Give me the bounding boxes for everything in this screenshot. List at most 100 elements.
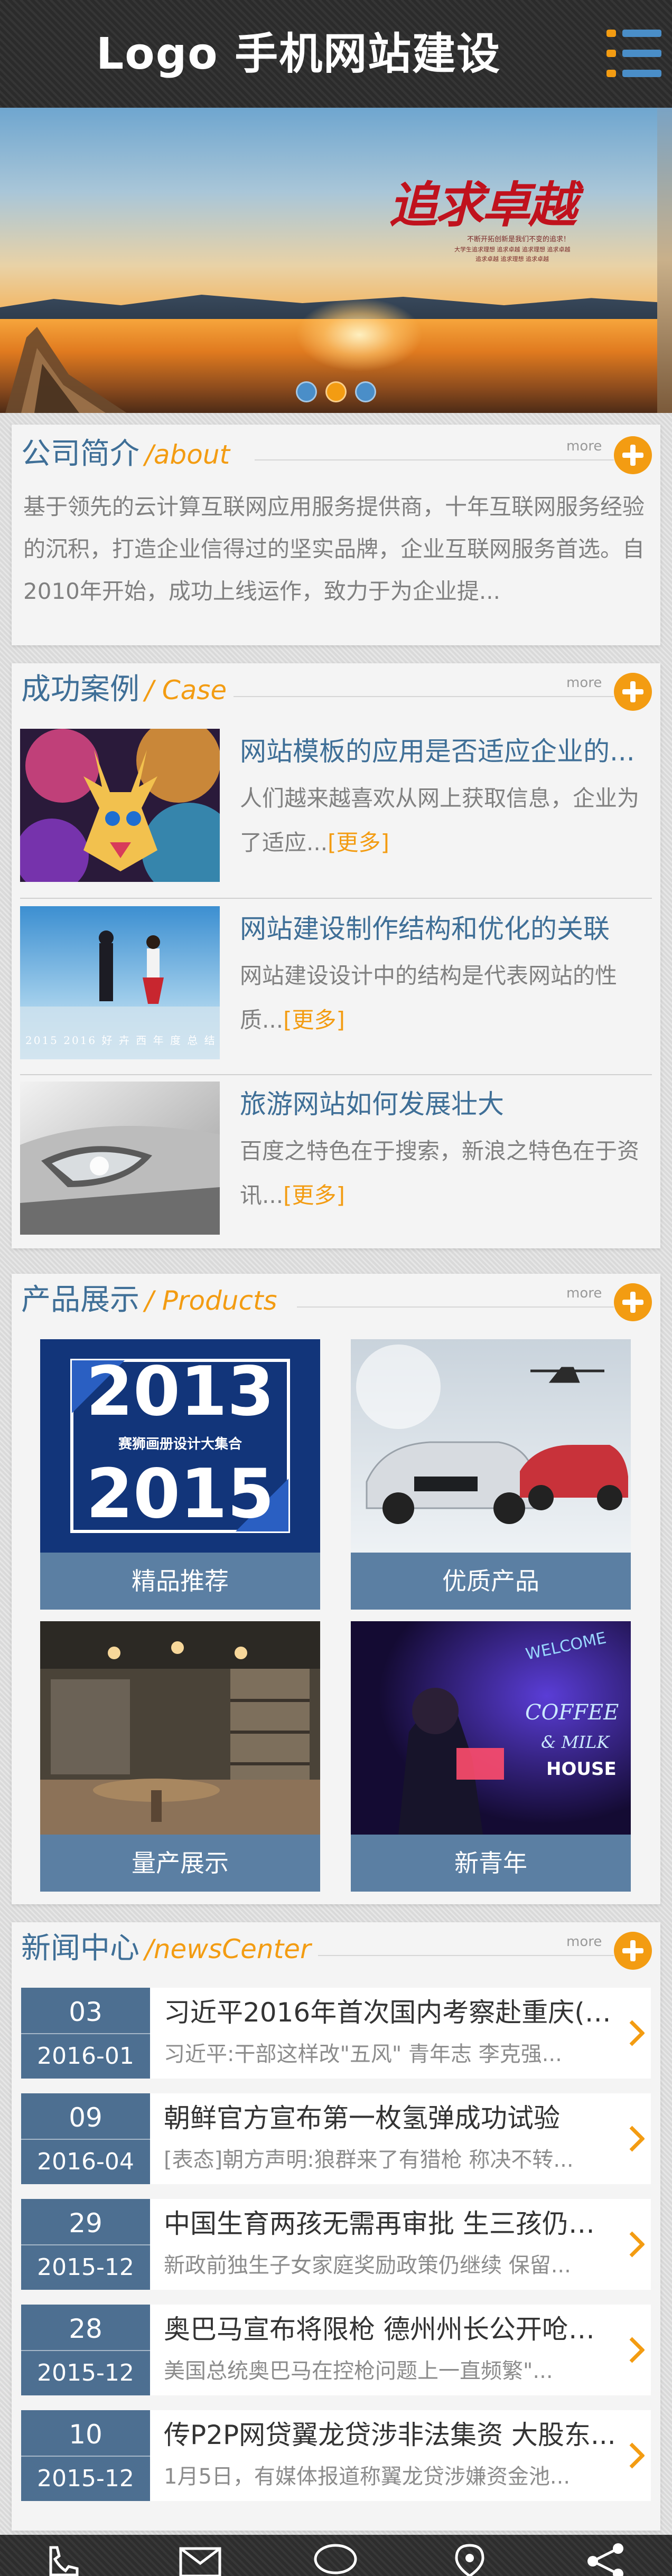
case-more-button[interactable]: [614, 673, 652, 711]
news-day: 29: [69, 2208, 102, 2239]
chevron-right-icon[interactable]: [629, 2336, 645, 2364]
product-card[interactable]: 优质产品: [351, 1339, 631, 1610]
cars-snow-image: [351, 1339, 631, 1553]
case-item-title[interactable]: 网站模板的应用是否适应企业的...: [240, 733, 652, 770]
product-label[interactable]: 新青年: [351, 1835, 631, 1892]
news-year-month: 2016-04: [37, 2148, 134, 2175]
news-item-title[interactable]: 奥巴马宣布将限枪 德州州长公开呛声...: [164, 2312, 618, 2347]
header: Logo 手机网站建设: [0, 0, 672, 108]
case-item-more-link[interactable]: [更多]: [283, 1007, 345, 1033]
poster-year-bottom: 2015: [86, 1455, 275, 1534]
banner-tagline-3: 追求卓越 追求理想 追求卓越: [475, 256, 549, 262]
news-item-title[interactable]: 传P2P网贷翼龙贷涉非法集资 大股东...: [164, 2418, 618, 2452]
news-item-title[interactable]: 中国生育两孩无需再审批 生三孩仍将...: [164, 2206, 618, 2241]
news-title: 新闻中心/newsCenter: [21, 1930, 311, 1968]
banner-dots: [0, 381, 672, 402]
news-title-line: [318, 1955, 614, 1956]
news-item-title[interactable]: 习近平2016年首次国内考察赴重庆(图): [164, 1995, 618, 2030]
news-date-badge: 09 2016-04: [21, 2093, 150, 2184]
poster-year-top: 2013: [86, 1352, 275, 1431]
news-date-divider: [21, 2244, 150, 2245]
product-section: 产品展示 / Products more 2013 赛狮画册设计大集合 2015 …: [12, 1274, 660, 1904]
chat-icon[interactable]: [312, 2540, 359, 2576]
banner-dot[interactable]: [355, 381, 376, 402]
product-title-text: 产品展示: [21, 1283, 139, 1317]
news-more-button[interactable]: [614, 1932, 652, 1970]
about-title-line: [255, 459, 614, 460]
news-item[interactable]: 10 2015-12 传P2P网贷翼龙贷涉非法集资 大股东... 1月5日，有媒体报道…: [21, 2410, 651, 2501]
news-day: 03: [69, 1997, 102, 2027]
news-item-summary: 美国总统奥巴马在控枪问题上一直频繁"...: [164, 2359, 553, 2383]
banner-sun: [296, 298, 423, 372]
chevron-right-icon[interactable]: [629, 2125, 645, 2152]
case-item[interactable]: 网站模板的应用是否适应企业的... 人们越来越喜欢从网上获取信息，企业为了适应.…: [20, 729, 660, 882]
news-item[interactable]: 28 2015-12 奥巴马宣布将限枪 德州州长公开呛声... 美国总统奥巴马在控枪问…: [21, 2305, 651, 2395]
case-title-text: 成功案例: [21, 672, 139, 707]
about-more-label: more: [566, 438, 602, 454]
poster-caption: 赛狮画册设计大集合: [118, 1436, 242, 1452]
news-title-text: 新闻中心: [21, 1931, 139, 1966]
banner-dot[interactable]: [296, 381, 317, 402]
menu-icon[interactable]: [606, 30, 661, 77]
chevron-right-icon[interactable]: [629, 2019, 645, 2047]
product-title-line: [297, 1306, 614, 1308]
about-subtitle: /about: [145, 439, 230, 470]
case-item-title[interactable]: 旅游网站如何发展壮大: [240, 1086, 652, 1123]
news-date-badge: 10 2015-12: [21, 2410, 150, 2501]
case-item-more-link[interactable]: [更多]: [328, 830, 389, 855]
case-item[interactable]: 2015 2016 好 卉 西 年 度 总 结 网站建设制作结构和优化的关联 网…: [20, 906, 660, 1059]
news-item[interactable]: 29 2015-12 中国生育两孩无需再审批 生三孩仍将... 新政前独生子女家庭奖励…: [21, 2199, 651, 2290]
news-more-label: more: [566, 1934, 602, 1950]
case-item-desc-text: 人们越来越喜欢从网上获取信息，企业为了适应...: [240, 785, 640, 855]
news-item[interactable]: 09 2016-04 朝鲜官方宣布第一枚氢弹成功试验 [表态]朝方声明:狼群来了有猎枪…: [21, 2093, 651, 2184]
news-item[interactable]: 03 2016-01 习近平2016年首次国内考察赴重庆(图) 习近平:干部这样改"五…: [21, 1988, 651, 2079]
news-item-title[interactable]: 朝鲜官方宣布第一枚氢弹成功试验: [164, 2101, 618, 2136]
news-item-summary: 新政前独生子女家庭奖励政策仍继续 保留...: [164, 2253, 571, 2278]
news-date-badge: 28 2015-12: [21, 2305, 150, 2395]
phone-icon[interactable]: [36, 2540, 83, 2576]
case-thumbnail: [20, 729, 220, 882]
product-more-button[interactable]: [614, 1283, 652, 1321]
case-subtitle: / Case: [145, 675, 227, 706]
case-divider: [20, 1074, 652, 1075]
about-more-button[interactable]: [614, 436, 652, 474]
case-title-line: [234, 696, 614, 697]
mail-icon[interactable]: [176, 2540, 224, 2576]
news-section: 新闻中心/newsCenter more 03 2016-01 习近平2016年首次…: [12, 1922, 660, 2531]
news-item-summary: 习近平:干部这样改"五风" 青年志 李克强...: [164, 2042, 562, 2066]
neon-sign-image: [351, 1621, 631, 1835]
case-item[interactable]: 旅游网站如何发展壮大 百度之特色在于搜索，新浪之特色在于资讯...[更多]: [20, 1082, 660, 1235]
banner-slogan: 追求卓越: [389, 176, 577, 233]
about-section: 公司简介/about more 基于领先的云计算互联网应用服务提供商，十年互联网…: [12, 425, 660, 645]
product-label[interactable]: 优质产品: [351, 1553, 631, 1610]
news-year-month: 2015-12: [37, 2359, 134, 2386]
news-subtitle: /newsCenter: [145, 1934, 311, 1964]
case-item-more-link[interactable]: [更多]: [283, 1182, 345, 1208]
news-date-divider: [21, 2139, 150, 2140]
banner-slider[interactable]: 追求卓越 不断开拓创新是我们不变的追求！ 大学生追求理想 追求卓越 追求理想 追…: [0, 108, 672, 413]
news-date-divider: [21, 2033, 150, 2034]
share-icon[interactable]: [581, 2540, 629, 2576]
case-item-title[interactable]: 网站建设制作结构和优化的关联: [240, 910, 652, 947]
product-image: [351, 1339, 631, 1553]
product-card[interactable]: 量产展示: [40, 1621, 320, 1892]
news-day: 28: [69, 2314, 102, 2344]
case-item-desc: 网站建设设计中的结构是代表网站的性质...[更多]: [240, 954, 652, 1043]
news-year-month: 2015-12: [37, 2465, 134, 2492]
news-date-divider: [21, 2456, 150, 2457]
car-headlight-image: [20, 1082, 220, 1235]
location-icon[interactable]: [446, 2540, 493, 2576]
chevron-right-icon[interactable]: [629, 2442, 645, 2469]
product-card[interactable]: WELCOME COFFEE & MILK HOUSE 新青年: [351, 1621, 631, 1892]
banner-dot[interactable]: [325, 381, 347, 402]
chevron-right-icon[interactable]: [629, 2231, 645, 2258]
product-card[interactable]: 2013 赛狮画册设计大集合 2015 精品推荐: [40, 1339, 320, 1610]
product-label[interactable]: 量产展示: [40, 1835, 320, 1892]
product-image: WELCOME COFFEE & MILK HOUSE: [351, 1621, 631, 1835]
case-item-desc: 百度之特色在于搜索，新浪之特色在于资讯...[更多]: [240, 1129, 652, 1219]
banner-tagline-1: 不断开拓创新是我们不变的追求！: [467, 236, 571, 243]
product-more-label: more: [566, 1285, 602, 1301]
case-thumbnail: [20, 1082, 220, 1235]
logo[interactable]: Logo 手机网站建设: [96, 23, 501, 86]
product-label[interactable]: 精品推荐: [40, 1553, 320, 1610]
